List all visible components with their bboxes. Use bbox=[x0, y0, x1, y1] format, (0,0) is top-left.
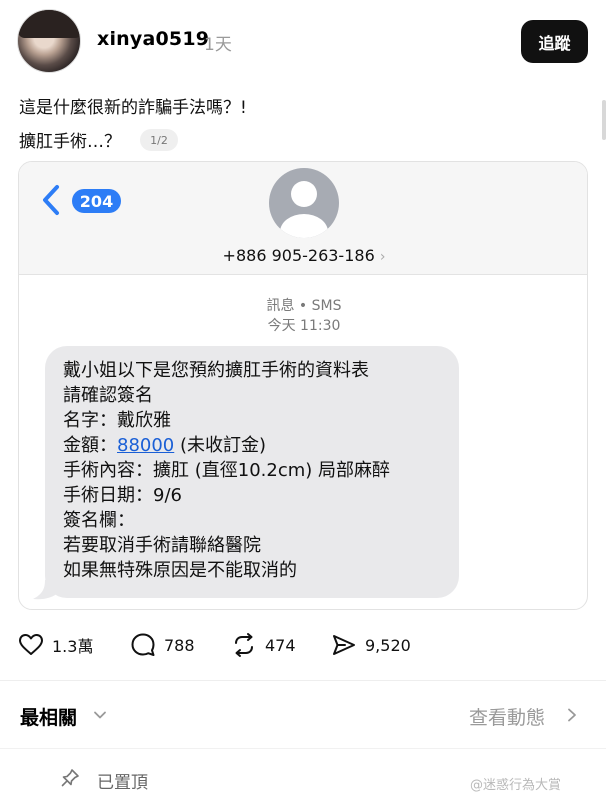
heart-icon bbox=[19, 634, 43, 655]
post-actions: 1.3萬 788 474 9,520 bbox=[0, 628, 606, 664]
sort-dropdown[interactable]: 最相關 bbox=[20, 703, 77, 730]
sms-header: 204 +886 905-263-186 › bbox=[19, 162, 587, 275]
send-icon bbox=[333, 635, 355, 655]
sms-meta-label: 訊息 • SMS bbox=[266, 298, 342, 314]
username[interactable]: xinya0519 bbox=[97, 28, 209, 50]
sms-screenshot-image[interactable]: 204 +886 905-263-186 › 訊息 • SMS 今天 11:30… bbox=[18, 161, 588, 610]
post-text-line-2: 擴肛手術…？ bbox=[19, 132, 121, 152]
message-amount-line: 金額：88000 (未收訂金) bbox=[63, 433, 445, 458]
post-text-line-1: 這是什麼很新的詐騙手法嗎？! bbox=[19, 98, 247, 118]
message-bubble: 戴小姐以下是您預約擴肛手術的資料表 請確認簽名 名字：戴欣雅 金額：88000 … bbox=[45, 346, 459, 598]
chevron-right-icon[interactable] bbox=[565, 707, 579, 723]
message-line: 請確認簽名 bbox=[63, 385, 153, 406]
view-activity-link[interactable]: 查看動態 bbox=[469, 703, 545, 730]
repost-icon bbox=[235, 633, 253, 657]
repost-count: 474 bbox=[265, 635, 296, 655]
divider bbox=[0, 748, 606, 749]
message-line: 戴小姐以下是您預約擴肛手術的資料表 bbox=[63, 360, 369, 381]
message-line: 簽名欄： bbox=[63, 510, 135, 531]
pinned-label: 已置頂 bbox=[97, 773, 148, 793]
amount-link[interactable]: 88000 bbox=[117, 435, 174, 456]
contact-avatar-icon bbox=[269, 168, 339, 238]
repost-button[interactable]: 474 bbox=[231, 632, 296, 658]
share-button[interactable]: 9,520 bbox=[331, 632, 411, 658]
image-counter: 1/2 bbox=[140, 129, 178, 151]
sort-row: 最相關 查看動態 bbox=[0, 695, 606, 735]
like-count: 1.3萬 bbox=[52, 637, 94, 656]
amount-suffix: (未收訂金) bbox=[174, 435, 267, 456]
pin-icon bbox=[61, 769, 79, 787]
sms-meta-time: 今天 11:30 bbox=[267, 318, 341, 334]
unread-count-badge: 204 bbox=[72, 189, 121, 213]
share-count: 9,520 bbox=[365, 635, 411, 655]
like-button[interactable]: 1.3萬 bbox=[18, 632, 93, 658]
back-chevron-icon bbox=[43, 185, 59, 215]
amount-prefix: 金額： bbox=[63, 435, 117, 456]
post-timestamp: 1天 bbox=[204, 35, 232, 55]
follow-button[interactable]: 追蹤 bbox=[521, 20, 588, 63]
comment-count: 788 bbox=[164, 635, 195, 655]
post-header: xinya0519 1天 追蹤 bbox=[0, 0, 606, 82]
contact-number: +886 905-263-186 › bbox=[19, 246, 587, 265]
contact-number-text: +886 905-263-186 bbox=[222, 246, 375, 265]
message-line: 手術內容：擴肛 (直徑10.2cm) 局部麻醉 bbox=[63, 460, 390, 481]
comment-button[interactable]: 788 bbox=[130, 632, 195, 658]
comment-icon bbox=[131, 633, 155, 656]
divider bbox=[0, 680, 606, 681]
chevron-down-icon[interactable] bbox=[92, 707, 108, 723]
scrollbar[interactable] bbox=[602, 100, 606, 140]
message-line: 如果無特殊原因是不能取消的 bbox=[63, 560, 297, 581]
message-line: 手術日期：9/6 bbox=[63, 485, 182, 506]
message-line: 若要取消手術請聯絡醫院 bbox=[63, 535, 261, 556]
avatar[interactable] bbox=[17, 9, 81, 73]
chevron-right-icon: › bbox=[379, 249, 386, 265]
watermark: @迷惑行為大賞 bbox=[470, 778, 562, 793]
message-line: 名字：戴欣雅 bbox=[63, 410, 171, 431]
